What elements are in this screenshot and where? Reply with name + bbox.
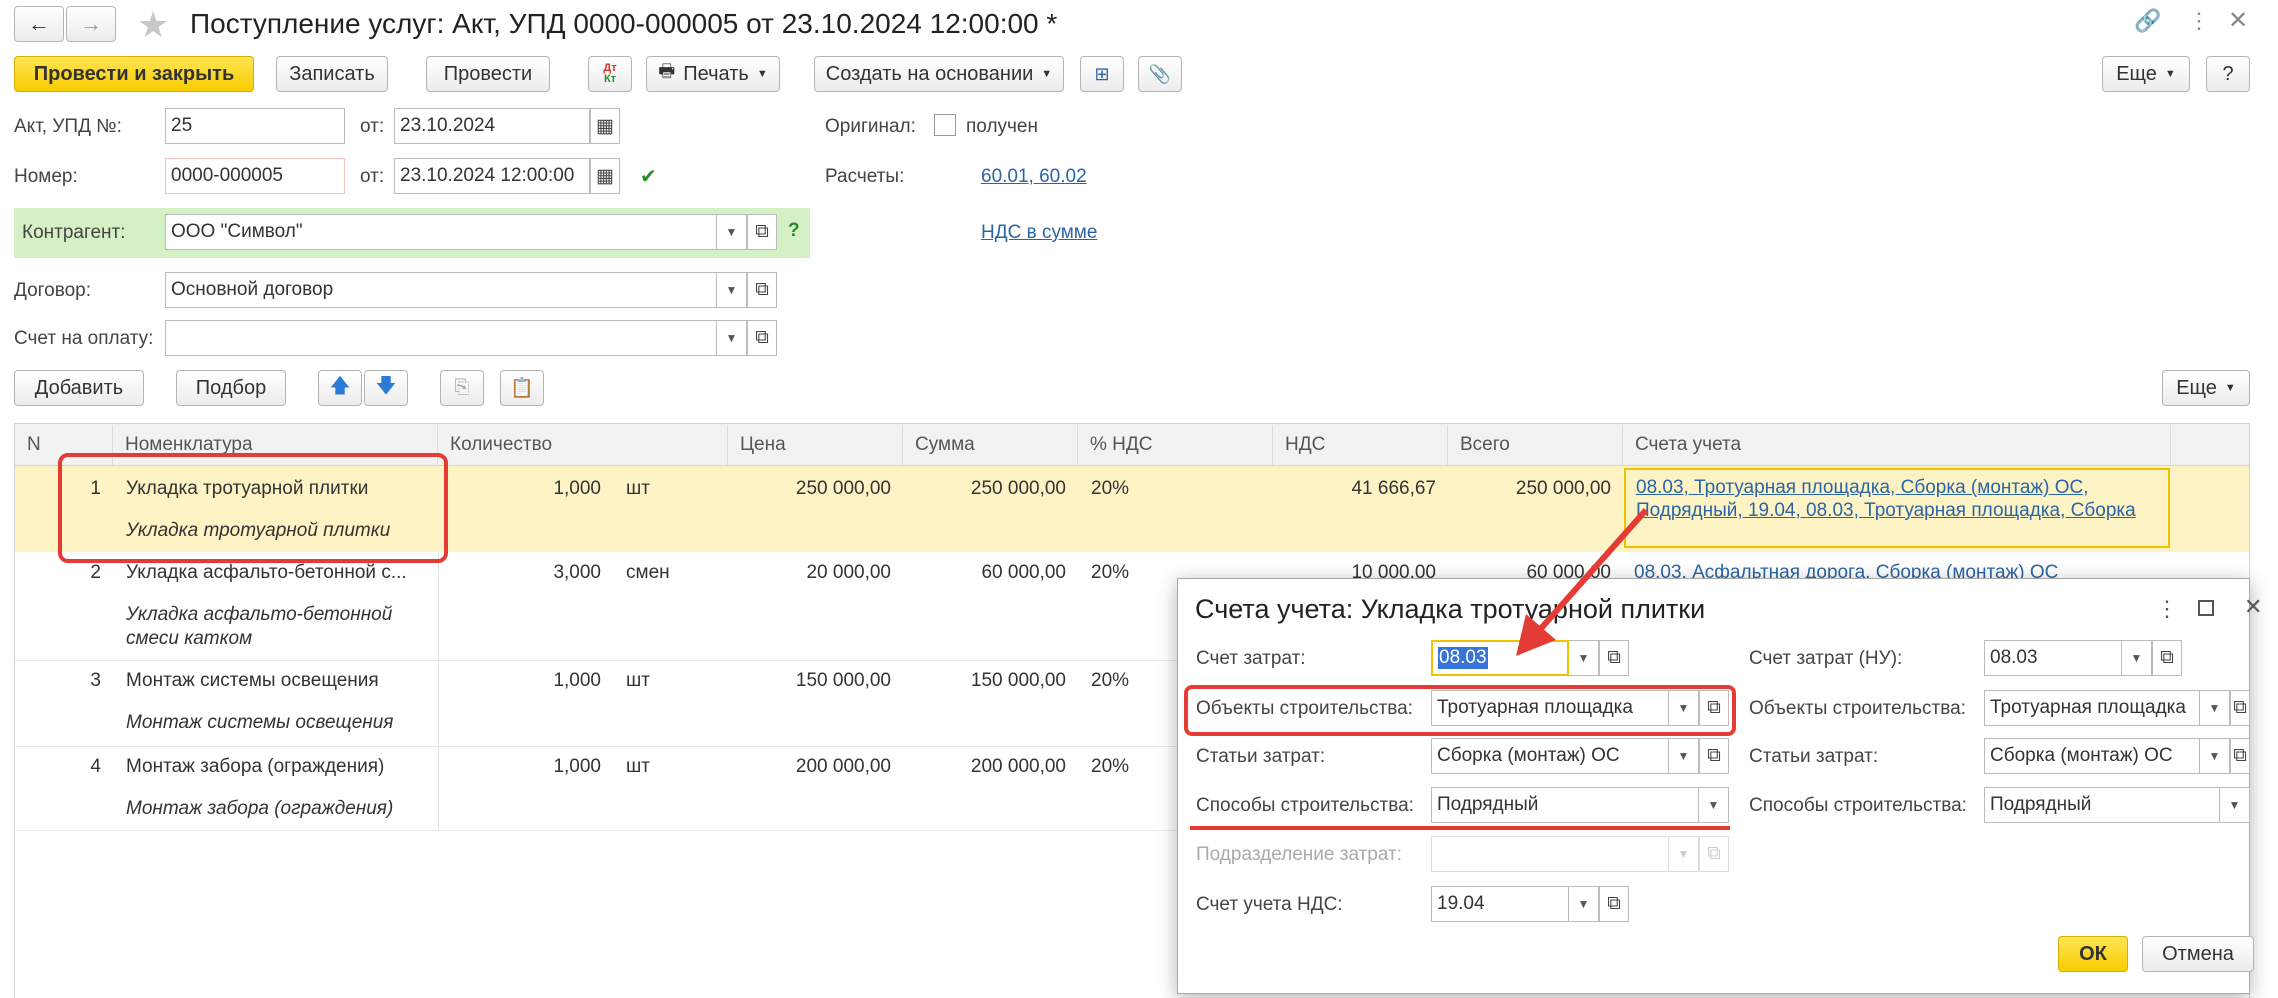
pointer-arrow-shaft (1533, 508, 1649, 636)
row-highlight-box (58, 453, 448, 563)
annotation-overlay (58, 453, 1736, 830)
objects-highlight-box (1184, 685, 1736, 736)
